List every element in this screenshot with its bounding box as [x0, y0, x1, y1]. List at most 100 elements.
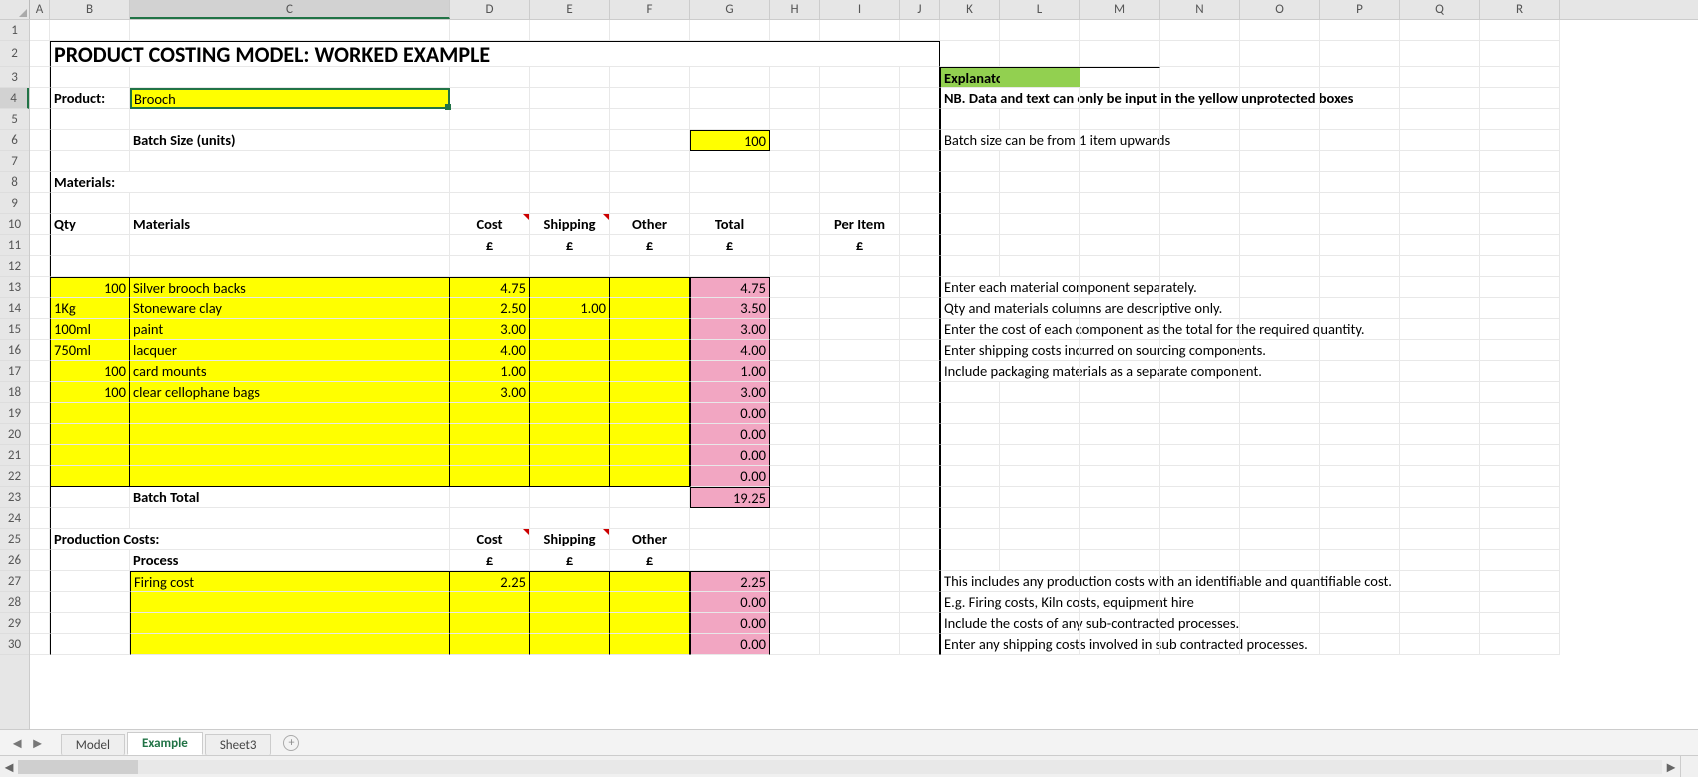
row-4[interactable]: 4	[0, 88, 29, 109]
mat-ship[interactable]	[530, 466, 610, 487]
row-20[interactable]: 20	[0, 424, 29, 445]
tab-prev-icon[interactable]: ◄	[10, 734, 24, 752]
sheet-tab-sheet3[interactable]: Sheet3	[205, 734, 272, 756]
mat-ship[interactable]	[530, 277, 610, 298]
mat-desc[interactable]	[130, 403, 450, 424]
proc-other[interactable]	[610, 592, 690, 613]
col-J[interactable]: J	[900, 0, 940, 19]
proc-desc[interactable]	[130, 613, 450, 634]
proc-other[interactable]	[610, 571, 690, 592]
row-1[interactable]: 1	[0, 20, 29, 41]
row-5[interactable]: 5	[0, 109, 29, 130]
row-21[interactable]: 21	[0, 445, 29, 466]
proc-desc[interactable]	[130, 592, 450, 613]
mat-qty[interactable]: 1Kg	[50, 298, 130, 319]
proc-other[interactable]	[610, 634, 690, 655]
col-O[interactable]: O	[1240, 0, 1320, 19]
col-N[interactable]: N	[1160, 0, 1240, 19]
mat-qty[interactable]: 100	[50, 277, 130, 298]
mat-other[interactable]	[610, 445, 690, 466]
batch-size-input[interactable]: 100	[690, 130, 770, 151]
col-P[interactable]: P	[1320, 0, 1400, 19]
sheet-tab-example[interactable]: Example	[127, 732, 203, 756]
tab-next-icon[interactable]: ►	[30, 734, 44, 752]
col-F[interactable]: F	[610, 0, 690, 19]
select-all-corner[interactable]	[0, 0, 30, 19]
row-15[interactable]: 15	[0, 319, 29, 340]
col-G[interactable]: G	[690, 0, 770, 19]
mat-ship[interactable]	[530, 340, 610, 361]
row-14[interactable]: 14	[0, 298, 29, 319]
mat-cost[interactable]	[450, 403, 530, 424]
proc-ship[interactable]	[530, 571, 610, 592]
mat-cost[interactable]: 4.00	[450, 340, 530, 361]
proc-cost[interactable]	[450, 592, 530, 613]
mat-desc[interactable]: lacquer	[130, 340, 450, 361]
mat-qty[interactable]: 750ml	[50, 340, 130, 361]
col-A[interactable]: A	[30, 0, 50, 19]
mat-qty[interactable]: 100	[50, 382, 130, 403]
row-26[interactable]: 26	[0, 550, 29, 571]
col-H[interactable]: H	[770, 0, 820, 19]
mat-cost[interactable]	[450, 445, 530, 466]
mat-ship[interactable]	[530, 445, 610, 466]
cell-grid[interactable]: PRODUCT COSTING MODEL: WORKED EXAMPLE Ex…	[30, 20, 1698, 736]
mat-desc[interactable]: card mounts	[130, 361, 450, 382]
mat-qty[interactable]	[50, 403, 130, 424]
scroll-thumb[interactable]	[18, 760, 138, 774]
row-30[interactable]: 30	[0, 634, 29, 655]
row-18[interactable]: 18	[0, 382, 29, 403]
mat-other[interactable]	[610, 298, 690, 319]
mat-cost[interactable]	[450, 424, 530, 445]
col-L[interactable]: L	[1000, 0, 1080, 19]
mat-desc[interactable]: clear cellophane bags	[130, 382, 450, 403]
col-M[interactable]: M	[1080, 0, 1160, 19]
mat-desc[interactable]: paint	[130, 319, 450, 340]
mat-ship[interactable]: 1.00	[530, 298, 610, 319]
proc-cost[interactable]: 2.25	[450, 571, 530, 592]
col-R[interactable]: R	[1480, 0, 1560, 19]
scroll-left-icon[interactable]: ◄	[0, 758, 18, 776]
col-C[interactable]: C	[130, 0, 450, 19]
proc-cost[interactable]	[450, 634, 530, 655]
row-9[interactable]: 9	[0, 193, 29, 214]
col-Q[interactable]: Q	[1400, 0, 1480, 19]
sheet-tab-model[interactable]: Model	[61, 734, 125, 756]
mat-cost[interactable]	[450, 466, 530, 487]
horizontal-scrollbar[interactable]: ◄ ►	[0, 755, 1680, 777]
row-17[interactable]: 17	[0, 361, 29, 382]
mat-desc[interactable]	[130, 424, 450, 445]
row-8[interactable]: 8	[0, 172, 29, 193]
mat-cost[interactable]: 3.00	[450, 319, 530, 340]
proc-desc[interactable]: Firing cost	[130, 571, 450, 592]
row-11[interactable]: 11	[0, 235, 29, 256]
row-19[interactable]: 19	[0, 403, 29, 424]
col-D[interactable]: D	[450, 0, 530, 19]
mat-ship[interactable]	[530, 361, 610, 382]
row-29[interactable]: 29	[0, 613, 29, 634]
mat-other[interactable]	[610, 319, 690, 340]
product-input[interactable]: Brooch	[130, 88, 450, 109]
proc-cost[interactable]	[450, 613, 530, 634]
mat-ship[interactable]	[530, 319, 610, 340]
proc-other[interactable]	[610, 613, 690, 634]
mat-desc[interactable]	[130, 445, 450, 466]
mat-other[interactable]	[610, 340, 690, 361]
mat-cost[interactable]: 4.75	[450, 277, 530, 298]
proc-ship[interactable]	[530, 613, 610, 634]
mat-ship[interactable]	[530, 424, 610, 445]
mat-desc[interactable]: Stoneware clay	[130, 298, 450, 319]
scroll-right-icon[interactable]: ►	[1662, 758, 1680, 776]
mat-other[interactable]	[610, 424, 690, 445]
proc-ship[interactable]	[530, 634, 610, 655]
col-B[interactable]: B	[50, 0, 130, 19]
col-K[interactable]: K	[940, 0, 1000, 19]
mat-qty[interactable]: 100	[50, 361, 130, 382]
row-2[interactable]: 2	[0, 41, 29, 67]
new-sheet-button[interactable]: +	[283, 735, 299, 751]
row-27[interactable]: 27	[0, 571, 29, 592]
scroll-track[interactable]	[18, 760, 1662, 774]
mat-cost[interactable]: 3.00	[450, 382, 530, 403]
mat-other[interactable]	[610, 403, 690, 424]
row-10[interactable]: 10	[0, 214, 29, 235]
